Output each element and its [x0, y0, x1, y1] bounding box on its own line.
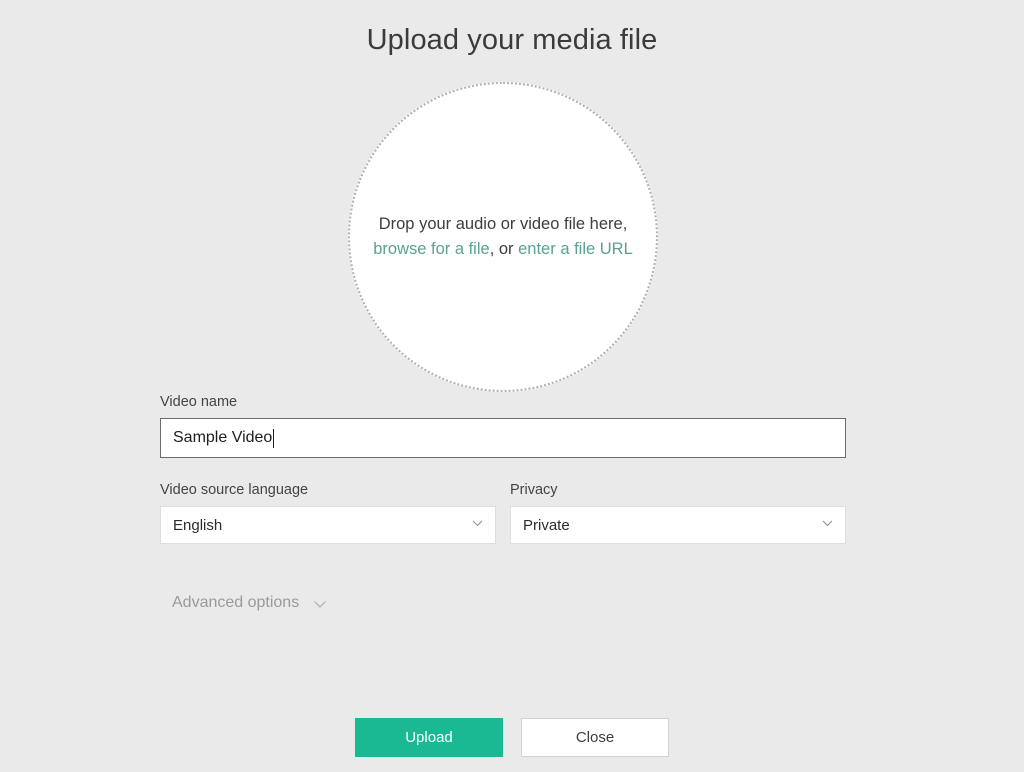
video-name-input[interactable]: Sample Video — [160, 418, 846, 458]
chevron-down-icon — [472, 518, 483, 529]
text-caret — [273, 428, 275, 448]
dropzone-actions: browse for a file, or enter a file URL — [353, 237, 653, 262]
video-name-field-group: Video name Sample Video — [160, 392, 846, 458]
dropzone-separator: , or — [489, 240, 519, 258]
privacy-value: Private — [523, 516, 570, 534]
advanced-options-label: Advanced options — [172, 594, 300, 611]
chevron-down-icon — [313, 597, 327, 611]
source-language-select[interactable]: English — [160, 506, 496, 544]
upload-button[interactable]: Upload — [355, 718, 503, 757]
privacy-select[interactable]: Private — [510, 506, 846, 544]
source-language-label: Video source language — [160, 482, 309, 498]
dropzone-text: Drop your audio or video file here, brow… — [353, 212, 653, 262]
language-privacy-row: Video source language English Privacy Pr… — [160, 480, 846, 544]
source-language-field-group: Video source language English — [160, 480, 496, 544]
browse-for-file-link[interactable]: browse for a file — [373, 240, 489, 258]
upload-form: Video name Sample Video Video source lan… — [160, 392, 846, 544]
video-name-label: Video name — [160, 394, 238, 410]
enter-file-url-link[interactable]: enter a file URL — [518, 240, 633, 258]
privacy-label: Privacy — [510, 482, 558, 498]
page-title: Upload your media file — [366, 24, 658, 56]
dialog-footer: Upload Close — [0, 718, 1024, 757]
file-dropzone[interactable]: Drop your audio or video file here, brow… — [348, 82, 658, 392]
privacy-field-group: Privacy Private — [510, 480, 846, 544]
dropzone-instruction: Drop your audio or video file here, — [378, 215, 628, 233]
chevron-down-icon — [822, 518, 833, 529]
close-button[interactable]: Close — [521, 718, 669, 757]
advanced-options-toggle[interactable]: Advanced options — [172, 594, 327, 612]
video-name-value: Sample Video — [173, 429, 273, 446]
source-language-value: English — [173, 516, 223, 534]
